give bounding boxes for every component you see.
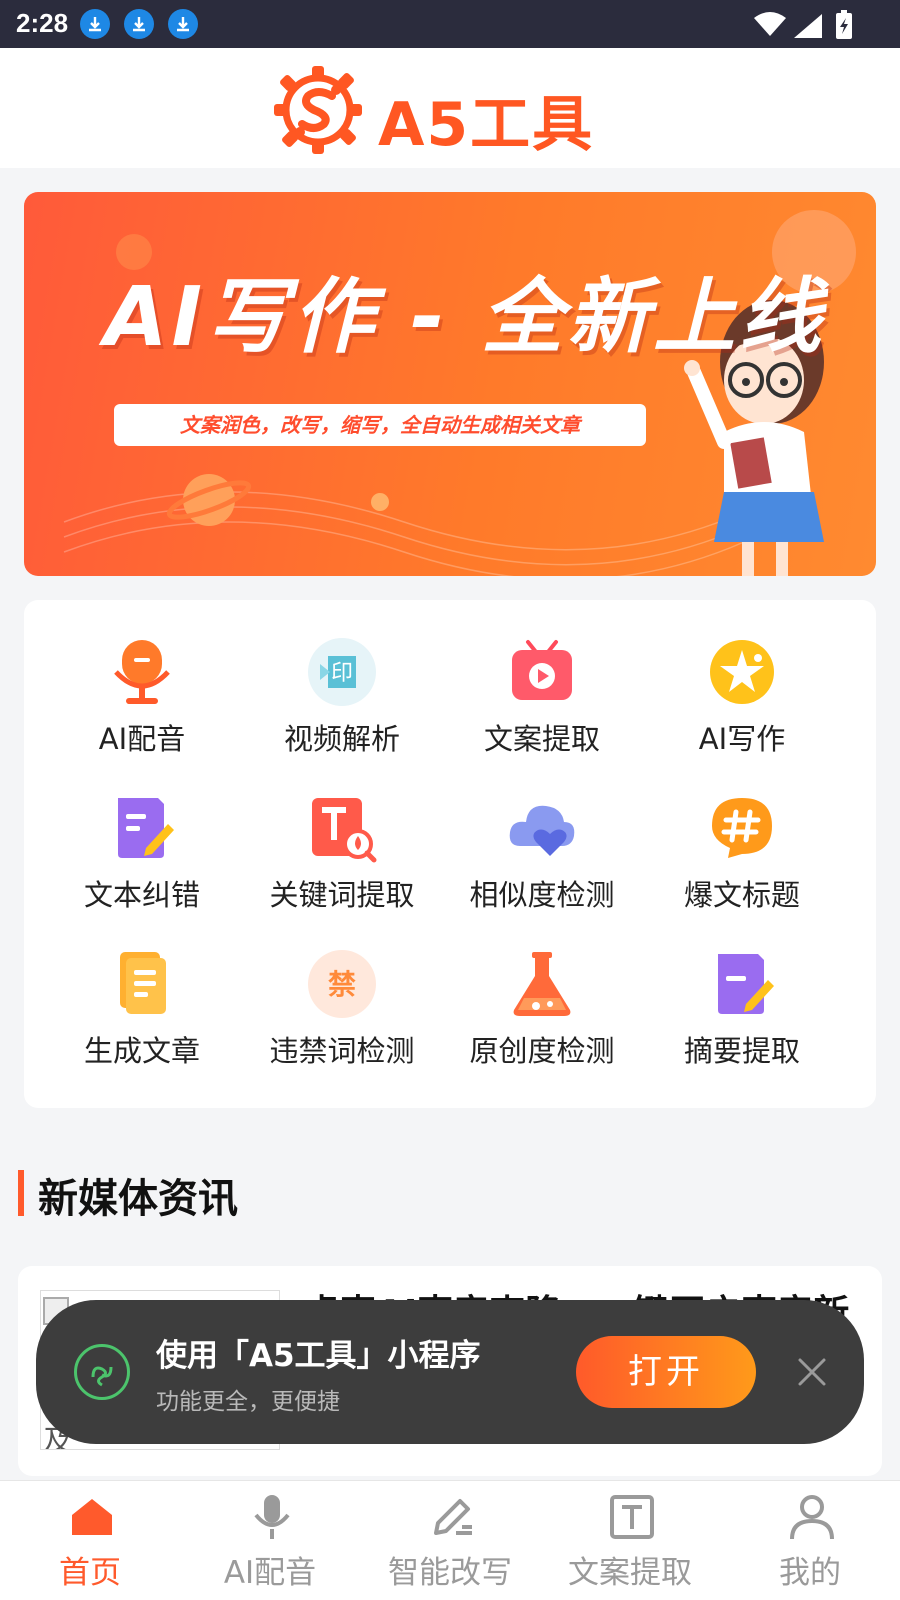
tool-copy-extract[interactable]: 文案提取 <box>442 600 642 756</box>
download-icon <box>168 9 198 39</box>
section-title: 新媒体资讯 <box>38 1176 238 1222</box>
tab-profile[interactable]: 我的 <box>720 1481 900 1600</box>
tool-label: AI写作 <box>698 722 786 756</box>
tool-label: 违禁词检测 <box>269 1034 415 1068</box>
user-icon <box>790 1495 834 1540</box>
popup-title: 使用「A5工具」小程序 <box>156 1338 481 1374</box>
microphone-icon <box>114 640 170 704</box>
banner-headline: AI写作 - 全新上线 <box>104 270 826 365</box>
section-accent-bar <box>18 1170 24 1216</box>
mini-program-icon <box>74 1344 130 1400</box>
hashtag-icon <box>712 798 772 858</box>
banner-subline-pill: 文案润色，改写，缩写，全自动生成相关文章 <box>114 404 646 446</box>
tool-label: AI配音 <box>98 722 186 756</box>
text-box-icon <box>610 1495 654 1539</box>
tool-label: 关键词提取 <box>269 878 415 912</box>
tool-label: 文本纠错 <box>83 878 200 912</box>
tool-keyword-extract[interactable]: 关键词提取 <box>242 756 442 912</box>
tab-ai-dubbing[interactable]: AI配音 <box>180 1481 360 1600</box>
tool-label: 文案提取 <box>483 722 600 756</box>
tool-text-correction[interactable]: 文本纠错 <box>42 756 242 912</box>
brand-logo: A5工具 <box>270 62 640 160</box>
tool-label: 爆文标题 <box>683 878 800 912</box>
app-header: A5工具 <box>0 48 900 168</box>
gear-logo-icon <box>274 66 362 154</box>
tool-ai-writing[interactable]: AI写作 <box>642 600 842 756</box>
tool-forbidden-words[interactable]: 禁 违禁词检测 <box>242 912 442 1068</box>
download-icon <box>124 9 154 39</box>
mini-program-prompt: 使用「A5工具」小程序 功能更全，更便捷 打开 <box>36 1300 864 1444</box>
doc-edit-icon <box>118 798 174 858</box>
tab-home[interactable]: 首页 <box>0 1481 180 1600</box>
flask-icon <box>513 952 571 1016</box>
document-icon <box>120 952 166 1014</box>
doc-pen-icon <box>718 954 774 1014</box>
bottom-tab-bar: 首页 AI配音 智能改写 文案提取 我的 <box>0 1480 900 1600</box>
svg-text:印: 印 <box>331 661 353 686</box>
promo-banner[interactable]: AI写作 - 全新上线 文案润色，改写，缩写，全自动生成相关文章 <box>24 192 876 576</box>
download-icon <box>80 9 110 39</box>
close-icon[interactable] <box>794 1354 830 1390</box>
popup-subtitle: 功能更全，更便捷 <box>156 1389 340 1415</box>
tv-play-icon <box>512 640 572 700</box>
tool-summary-extract[interactable]: 摘要提取 <box>642 912 842 1068</box>
tool-ai-dubbing[interactable]: AI配音 <box>42 600 242 756</box>
tool-label: 摘要提取 <box>683 1034 800 1068</box>
tab-label: 首页 <box>59 1555 121 1591</box>
tool-label: 相似度检测 <box>469 878 615 912</box>
tab-label: 我的 <box>779 1555 841 1591</box>
tab-label: AI配音 <box>223 1555 317 1591</box>
video-parse-icon: 印 <box>308 638 376 706</box>
star-icon <box>710 640 774 704</box>
brand-name: A5工具 <box>378 90 595 160</box>
svg-text:禁: 禁 <box>328 968 356 1001</box>
banner-subline: 文案润色，改写，缩写，全自动生成相关文章 <box>180 413 580 437</box>
tool-similarity-check[interactable]: 相似度检测 <box>442 756 642 912</box>
heart-cloud-icon <box>509 805 575 856</box>
tool-label: 原创度检测 <box>469 1034 615 1068</box>
tool-generate-article[interactable]: 生成文章 <box>42 912 242 1068</box>
tool-video-parse[interactable]: 印 视频解析 <box>242 600 442 756</box>
tool-label: 视频解析 <box>283 722 400 756</box>
system-status-icons <box>754 10 852 39</box>
tools-grid: AI配音 印 视频解析 文案提取 AI写作 文本纠错 关键词提取 相似度检测 爆… <box>24 600 876 1108</box>
tool-hot-title[interactable]: 爆文标题 <box>642 756 842 912</box>
pen-icon <box>434 1499 472 1535</box>
status-time: 2:28 <box>16 8 69 38</box>
tab-label: 文案提取 <box>568 1555 692 1591</box>
tab-smart-rewrite[interactable]: 智能改写 <box>360 1481 540 1600</box>
tab-label: 智能改写 <box>388 1555 512 1591</box>
microphone-icon <box>254 1495 290 1539</box>
forbidden-icon: 禁 <box>308 950 376 1018</box>
home-icon <box>72 1499 112 1535</box>
tool-originality-check[interactable]: 原创度检测 <box>442 912 642 1068</box>
tab-copy-extract[interactable]: 文案提取 <box>540 1481 720 1600</box>
tool-label: 生成文章 <box>83 1034 200 1068</box>
keyword-search-icon <box>312 798 377 863</box>
status-bar: 2:28 <box>0 0 900 48</box>
open-button[interactable]: 打开 <box>576 1336 756 1408</box>
